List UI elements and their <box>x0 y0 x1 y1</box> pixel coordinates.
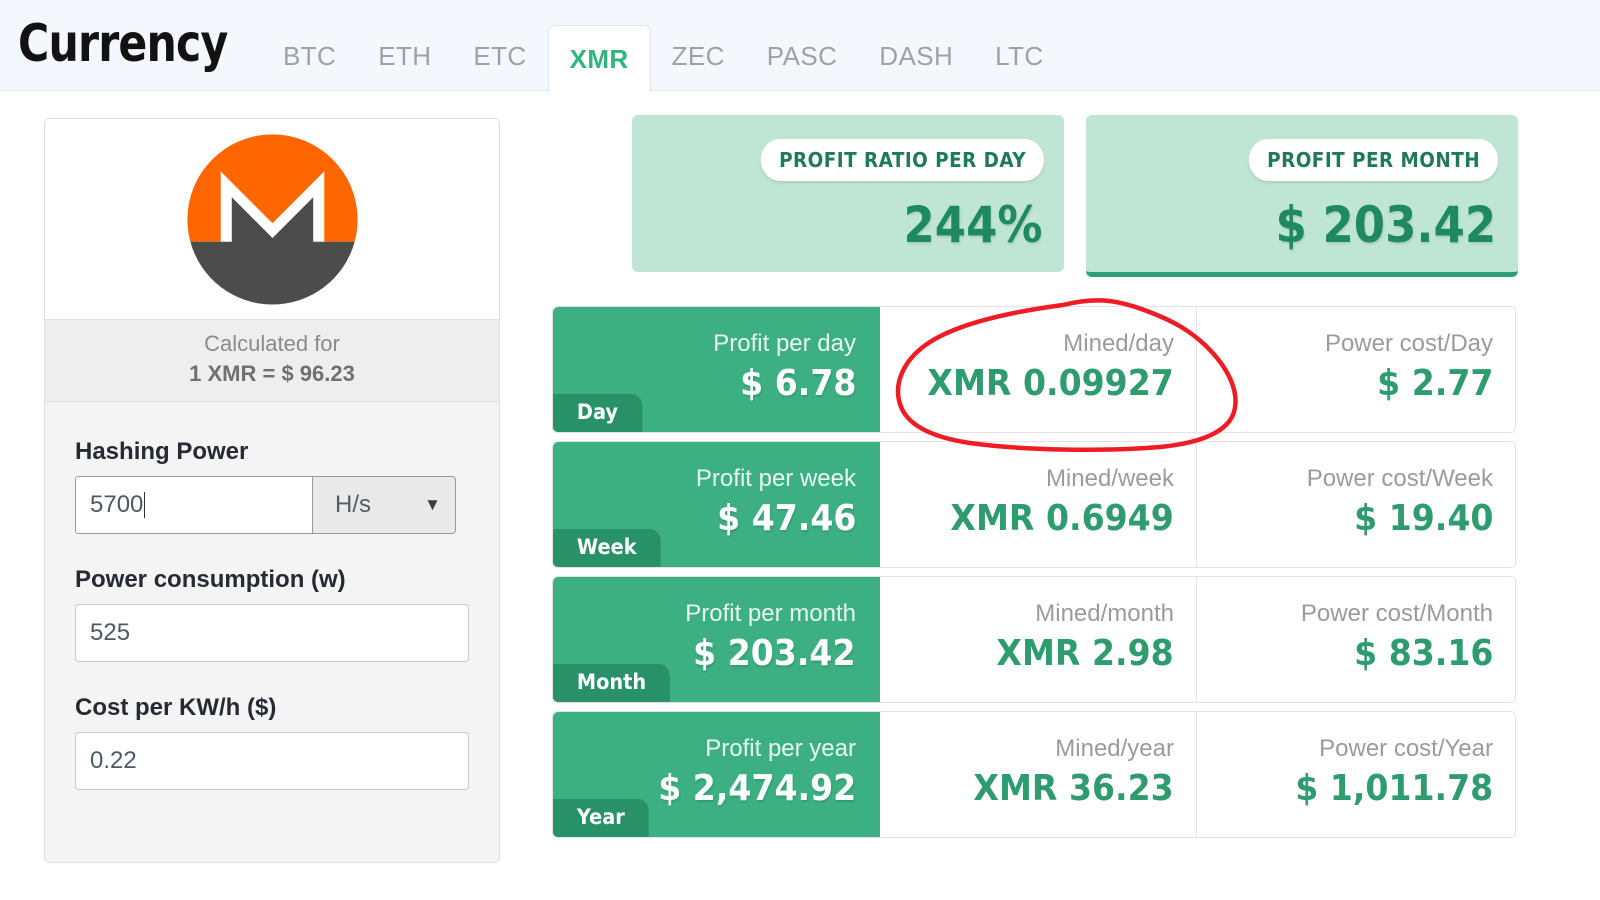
profit-per-month-badge: PROFIT PER MONTH <box>1248 139 1498 181</box>
profit-per-month-value: $ 203.42 <box>1275 196 1496 254</box>
tab-zec[interactable]: ZEC <box>651 31 746 91</box>
profit-ratio-per-day-badge: PROFIT RATIO PER DAY <box>760 139 1044 181</box>
table-row: Profit per day $ 6.78 Day Mined/day XMR … <box>552 306 1516 433</box>
power-consumption-field-group: Power consumption (w) 525 <box>75 566 469 663</box>
calculator-sidebar: Calculated for 1 XMR = $ 96.23 Hashing P… <box>44 118 500 863</box>
tab-ltc[interactable]: LTC <box>974 31 1064 91</box>
table-row: Profit per year $ 2,474.92 Year Mined/ye… <box>552 711 1516 838</box>
summary-cards: PROFIT RATIO PER DAY 244% PROFIT PER MON… <box>632 115 1518 277</box>
profit-cell-week: Profit per week $ 47.46 Week <box>553 442 880 567</box>
cost-per-kwh-label: Cost per KW/h ($) <box>75 694 277 722</box>
period-badge-week: Week <box>553 529 661 567</box>
power-value-day: $ 2.77 <box>1376 363 1493 404</box>
profit-value-month: $ 203.42 <box>693 633 856 674</box>
table-row: Profit per month $ 203.42 Month Mined/mo… <box>552 576 1516 703</box>
power-cell-year: Power cost/Year $ 1,011.78 <box>1196 712 1515 837</box>
mined-value-week: XMR 0.6949 <box>950 498 1174 539</box>
currency-tab-bar: BTC ETH ETC XMR ZEC PASC DASH LTC <box>262 25 1065 92</box>
profit-ratio-per-day-card: PROFIT RATIO PER DAY 244% <box>632 115 1064 272</box>
profit-value-year: $ 2,474.92 <box>657 768 856 809</box>
tab-dash[interactable]: DASH <box>858 31 974 91</box>
period-badge-year: Year <box>553 799 649 837</box>
chevron-down-icon: ▼ <box>424 495 441 515</box>
mined-cell-week: Mined/week XMR 0.6949 <box>880 442 1196 567</box>
power-label-week: Power cost/Week <box>1306 465 1493 492</box>
monero-logo-icon <box>186 133 358 305</box>
results-table: Profit per day $ 6.78 Day Mined/day XMR … <box>552 306 1516 846</box>
mined-cell-year: Mined/year XMR 36.23 <box>880 712 1196 837</box>
hashing-power-value: 5700 <box>90 491 144 519</box>
profit-value-day: $ 6.78 <box>739 363 856 404</box>
tab-pasc[interactable]: PASC <box>746 31 858 91</box>
exchange-rate-value: 1 XMR = $ 96.23 <box>189 360 355 386</box>
period-badge-month: Month <box>553 664 671 702</box>
hashing-power-field-group: Hashing Power 5700 H/s ▼ <box>75 438 469 535</box>
profit-label-month: Profit per month <box>685 600 856 627</box>
profit-cell-day: Profit per day $ 6.78 Day <box>553 307 880 432</box>
mined-label-day: Mined/day <box>1063 330 1174 357</box>
power-consumption-label: Power consumption (w) <box>75 566 346 594</box>
profit-ratio-per-day-value: 244% <box>902 196 1042 254</box>
mined-label-month: Mined/month <box>1035 600 1174 627</box>
power-label-year: Power cost/Year <box>1319 735 1493 762</box>
power-label-day: Power cost/Day <box>1324 330 1493 357</box>
cost-per-kwh-input[interactable]: 0.22 <box>75 732 469 791</box>
power-label-month: Power cost/Month <box>1300 600 1493 627</box>
mined-cell-day: Mined/day XMR 0.09927 <box>880 307 1196 432</box>
table-row: Profit per week $ 47.46 Week Mined/week … <box>552 441 1516 568</box>
mined-value-year: XMR 36.23 <box>973 768 1174 809</box>
mined-cell-month: Mined/month XMR 2.98 <box>880 577 1196 702</box>
power-consumption-input[interactable]: 525 <box>75 604 469 663</box>
hashing-power-input[interactable]: 5700 <box>75 476 313 535</box>
power-value-month: $ 83.16 <box>1353 633 1493 674</box>
brand-title: Currency <box>18 14 228 74</box>
profit-cell-year: Profit per year $ 2,474.92 Year <box>553 712 880 837</box>
profit-label-year: Profit per year <box>705 735 856 762</box>
power-value-year: $ 1,011.78 <box>1294 768 1493 809</box>
mined-label-year: Mined/year <box>1055 735 1174 762</box>
hashing-unit-select[interactable]: H/s ▼ <box>313 476 456 535</box>
app-header: Currency BTC ETH ETC XMR ZEC PASC DASH L… <box>0 0 1600 92</box>
profit-per-month-card: PROFIT PER MONTH $ 203.42 <box>1086 115 1518 277</box>
power-cell-day: Power cost/Day $ 2.77 <box>1196 307 1515 432</box>
calculator-form: Hashing Power 5700 H/s ▼ Power consumpti… <box>45 402 499 862</box>
cost-per-kwh-field-group: Cost per KW/h ($) 0.22 <box>75 694 469 791</box>
exchange-rate-band: Calculated for 1 XMR = $ 96.23 <box>45 319 499 403</box>
tab-eth[interactable]: ETH <box>357 31 452 91</box>
power-cell-month: Power cost/Month $ 83.16 <box>1196 577 1515 702</box>
profit-value-week: $ 47.46 <box>716 498 856 539</box>
mined-label-week: Mined/week <box>1045 465 1174 492</box>
hashing-unit-value: H/s <box>335 491 371 519</box>
hashing-power-input-row: 5700 H/s ▼ <box>75 476 469 535</box>
power-cell-week: Power cost/Week $ 19.40 <box>1196 442 1515 567</box>
power-value-week: $ 19.40 <box>1353 498 1493 539</box>
tab-xmr[interactable]: XMR <box>547 25 651 92</box>
cost-per-kwh-value: 0.22 <box>90 747 137 775</box>
tab-etc[interactable]: ETC <box>452 31 547 91</box>
coin-logo-container <box>45 119 499 319</box>
power-consumption-value: 525 <box>90 619 131 647</box>
profit-label-day: Profit per day <box>713 330 856 357</box>
tab-btc[interactable]: BTC <box>262 31 357 91</box>
mined-value-month: XMR 2.98 <box>996 633 1174 674</box>
profit-label-week: Profit per week <box>695 465 856 492</box>
period-badge-day: Day <box>553 394 642 432</box>
mined-value-day: XMR 0.09927 <box>927 363 1174 404</box>
calculated-for-label: Calculated for <box>204 331 340 356</box>
profit-cell-month: Profit per month $ 203.42 Month <box>553 577 880 702</box>
hashing-power-label: Hashing Power <box>75 438 249 466</box>
text-caret <box>144 492 146 519</box>
